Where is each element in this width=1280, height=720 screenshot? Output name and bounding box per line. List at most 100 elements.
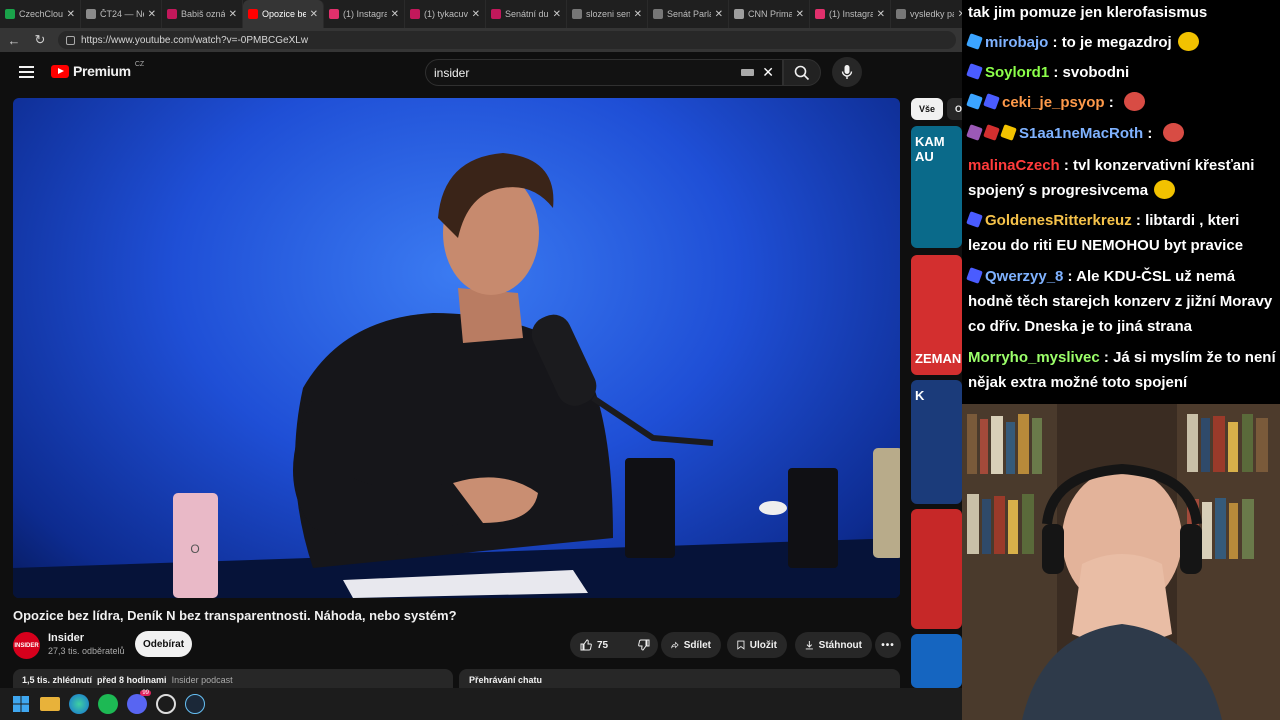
search-button[interactable] <box>783 59 821 86</box>
chat-separator: : <box>1099 349 1114 366</box>
tab-title: (1) Instagra <box>343 9 387 19</box>
tab-favicon-icon <box>815 9 825 19</box>
tab-favicon-icon <box>329 9 339 19</box>
voice-search-button[interactable] <box>832 57 862 87</box>
chat-text: tak jim pomuze jen klerofasismus <box>968 4 1208 21</box>
search-input[interactable]: insider ✕ <box>425 59 783 86</box>
chat-separator: : <box>1048 34 1062 51</box>
browser-tab[interactable]: vysledky pa✕ <box>891 0 962 28</box>
tab-close-icon[interactable]: ✕ <box>67 9 75 20</box>
tab-close-icon[interactable]: ✕ <box>472 9 480 20</box>
tab-title: CNN Prima <box>748 9 792 19</box>
menu-icon[interactable] <box>19 66 34 78</box>
tab-close-icon[interactable]: ✕ <box>715 9 723 20</box>
browser-tab[interactable]: Opozice be ✕ <box>243 0 324 28</box>
reload-icon[interactable]: ↻ <box>32 32 48 48</box>
chat-separator: : <box>1131 212 1146 229</box>
logo-region: CZ <box>134 60 145 68</box>
thumbnail-label: K <box>915 388 925 403</box>
tab-close-icon[interactable]: ✕ <box>796 9 804 20</box>
masthead: Premium CZ insider ✕ <box>0 52 962 92</box>
edge-browser-icon[interactable] <box>69 694 89 714</box>
download-button[interactable]: Stáhnout <box>795 632 872 658</box>
browser-tab[interactable]: (1) Instagra ✕ <box>810 0 891 28</box>
like-button[interactable]: 75 <box>570 632 618 658</box>
windows-start-icon[interactable] <box>11 694 31 714</box>
svg-text:O: O <box>190 542 199 556</box>
tab-close-icon[interactable]: ✕ <box>634 9 642 20</box>
download-label: Stáhnout <box>818 639 862 651</box>
chat-message: Soylord1 : svobodni <box>966 60 1276 85</box>
dislike-button[interactable] <box>628 632 660 658</box>
chat-username: Qwerzyy_8 <box>985 268 1064 285</box>
chat-separator: : <box>1059 157 1074 174</box>
browser-tab[interactable]: CNN Prima ✕ <box>729 0 810 28</box>
share-label: Sdílet <box>683 639 711 651</box>
browser-tab[interactable]: Senát Parla ✕ <box>648 0 729 28</box>
youtube-logo[interactable]: Premium CZ <box>51 60 145 79</box>
chat-badge-icon <box>966 124 983 141</box>
chip-all[interactable]: Vše <box>911 98 944 120</box>
clear-search-icon[interactable]: ✕ <box>762 64 774 81</box>
file-explorer-icon[interactable] <box>40 697 60 711</box>
tab-close-icon[interactable]: ✕ <box>391 9 399 20</box>
chat-username: Morryho_myslivec <box>968 349 1100 366</box>
chat-separator: : <box>1063 268 1077 285</box>
steam-icon[interactable] <box>185 694 205 714</box>
tab-title: (1) tykacuv <box>424 9 468 19</box>
recommended-video-thumbnail[interactable] <box>911 634 962 688</box>
browser-tab[interactable]: ČT24 — Ne ✕ <box>81 0 162 28</box>
browser-tab[interactable]: CzechCloud ✕ <box>0 0 81 28</box>
browser-tab[interactable]: (1) Instagra ✕ <box>324 0 405 28</box>
discord-icon[interactable]: 99 <box>127 690 151 714</box>
upload-time: před 8 hodinami <box>97 675 167 685</box>
share-button[interactable]: Sdílet <box>661 632 721 658</box>
back-icon[interactable]: ← <box>6 33 22 48</box>
chat-badge-icon <box>966 33 983 50</box>
recommended-video-thumbnail[interactable] <box>911 509 962 629</box>
chat-message: Qwerzyy_8 : Ale KDU-ČSL už nemá hodně tě… <box>966 264 1276 339</box>
tab-title: (1) Instagra <box>829 9 873 19</box>
video-player[interactable]: O <box>13 98 900 598</box>
tab-close-icon[interactable]: ✕ <box>148 9 156 20</box>
tab-close-icon[interactable]: ✕ <box>229 9 237 20</box>
browser-tab[interactable]: (1) tykacuv ✕ <box>405 0 486 28</box>
subscribe-button[interactable]: Odebírat <box>135 631 192 657</box>
description-tag[interactable]: Insider podcast <box>172 675 233 685</box>
more-actions-button[interactable]: ••• <box>875 632 901 658</box>
tab-close-icon[interactable]: ✕ <box>310 9 318 20</box>
chip-other[interactable]: O <box>947 98 962 120</box>
recommendation-chips: Vše O <box>911 98 962 120</box>
obs-icon[interactable] <box>156 694 176 714</box>
tab-favicon-icon <box>86 9 96 19</box>
thumbs-up-icon <box>580 639 592 651</box>
browser-tab[interactable]: Babiš ozná ✕ <box>162 0 243 28</box>
site-info-icon[interactable] <box>66 35 75 45</box>
chat-text: svobodni <box>1062 64 1130 81</box>
save-button[interactable]: Uložit <box>727 632 787 658</box>
address-bar: ← ↻ https://www.youtube.com/watch?v=-0PM… <box>0 28 962 52</box>
chat-separator: : <box>1104 94 1118 111</box>
url-field[interactable]: https://www.youtube.com/watch?v=-0PMBCGe… <box>58 31 956 49</box>
chat-username: Soylord1 <box>985 64 1050 81</box>
channel-name[interactable]: Insider <box>48 632 84 644</box>
thumbnail-label: ZEMAN <box>915 351 962 366</box>
tab-favicon-icon <box>5 9 15 19</box>
keyboard-icon[interactable] <box>741 69 755 76</box>
tab-close-icon[interactable]: ✕ <box>553 9 561 20</box>
spotify-icon[interactable] <box>98 694 118 714</box>
chat-message: Morryho_myslivec : Já si myslím že to ne… <box>968 345 1276 395</box>
thumbs-down-icon <box>638 639 650 651</box>
recommended-video-thumbnail[interactable]: KAM AU <box>911 126 962 248</box>
chat-emote-icon <box>1177 32 1199 51</box>
channel-avatar[interactable]: INSIDER <box>13 632 40 659</box>
browser-tab[interactable]: Senátní du ✕ <box>486 0 567 28</box>
browser-tab[interactable]: slozeni sen ✕ <box>567 0 648 28</box>
recommended-video-thumbnail[interactable]: K <box>911 380 962 504</box>
tab-favicon-icon <box>653 9 663 19</box>
mic-icon <box>841 65 853 79</box>
recommended-video-thumbnail[interactable]: ZEMAN <box>911 255 962 375</box>
tab-close-icon[interactable]: ✕ <box>877 9 885 20</box>
bookmark-icon <box>737 640 745 650</box>
share-icon <box>671 641 679 649</box>
